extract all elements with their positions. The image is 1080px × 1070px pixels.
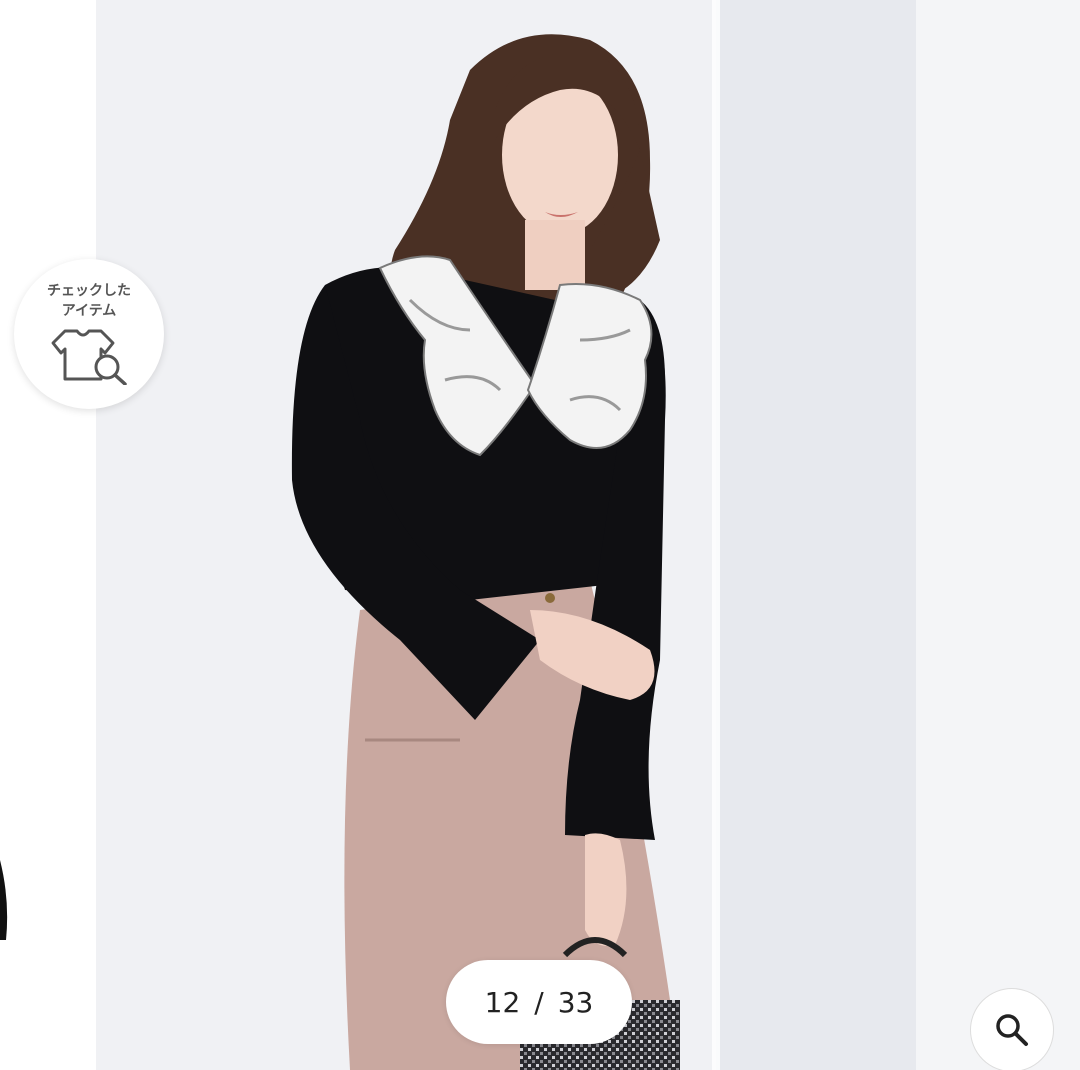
- magnifier-icon: [996, 1014, 1028, 1046]
- checked-items-button[interactable]: チェックした アイテム: [14, 259, 164, 409]
- product-image-viewer[interactable]: チェックした アイテム 12 / 33: [0, 0, 1080, 1070]
- product-photo: [0, 0, 1080, 1070]
- checked-items-label-line2: アイテム: [61, 303, 117, 319]
- zoom-button[interactable]: [970, 988, 1054, 1070]
- checked-items-label-line1: チェックした: [47, 283, 131, 299]
- current-index: 12: [484, 985, 521, 1019]
- image-counter: 12 / 33: [446, 960, 632, 1044]
- counter-separator: /: [534, 985, 544, 1019]
- tshirt-search-icon: [51, 329, 127, 385]
- total-count: 33: [557, 985, 594, 1019]
